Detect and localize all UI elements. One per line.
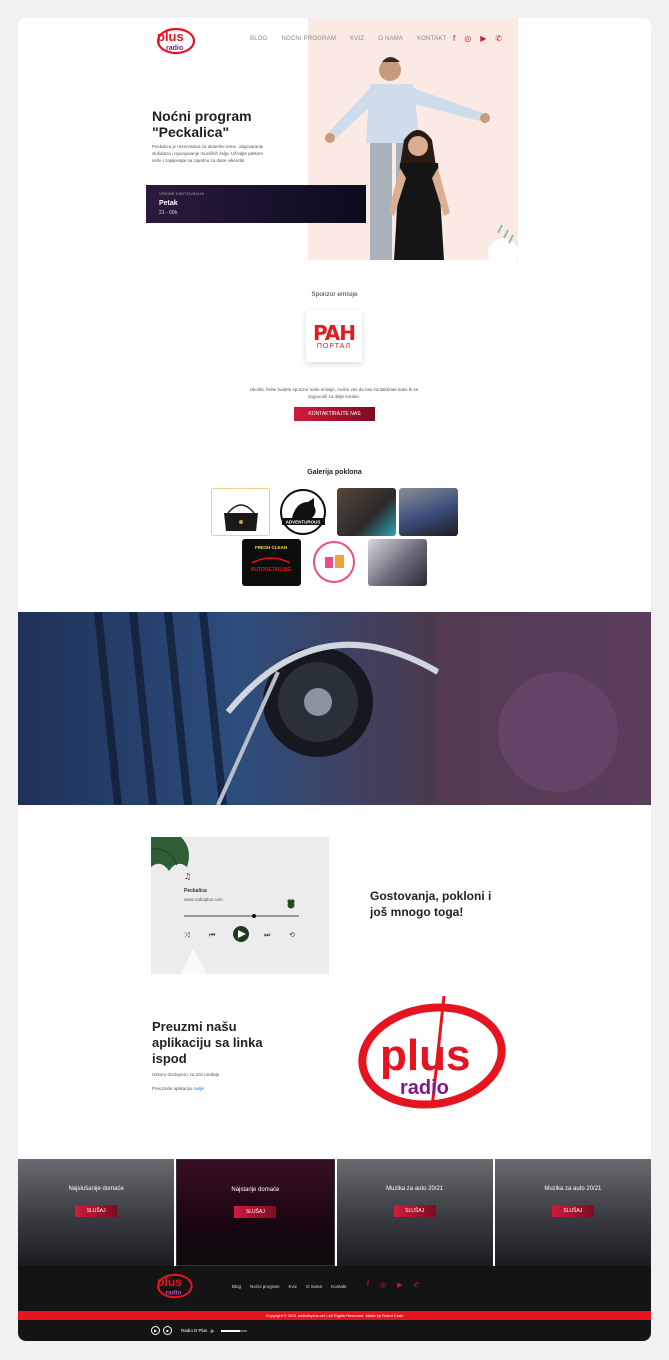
footer-logo[interactable]: plus radio bbox=[152, 1272, 194, 1300]
promo-heading: Gostovanja, pokloni i još mnogo toga! bbox=[370, 889, 492, 919]
listen-button[interactable]: SLUŠAJ bbox=[551, 1205, 594, 1217]
viber-icon[interactable]: ✆ bbox=[413, 1281, 419, 1289]
big-logo-top: plus bbox=[380, 1031, 470, 1080]
gallery-title: Galerija poklona bbox=[307, 469, 362, 476]
hosts-photo bbox=[325, 57, 518, 260]
play-icon[interactable]: ▶ bbox=[151, 1326, 160, 1335]
svg-text:ADVENTUROUS: ADVENTUROUS bbox=[286, 520, 321, 525]
youtube-icon[interactable]: ▶ bbox=[480, 34, 486, 43]
volume-level bbox=[220, 1329, 241, 1332]
schedule-day: Petak bbox=[159, 200, 178, 207]
footer-nav: Blog Noćni program Kviz O nama Kontakt bbox=[232, 1284, 346, 1289]
gallery-item-3[interactable] bbox=[337, 488, 396, 536]
playlist-card-title: Muzika za auto 20/21 bbox=[386, 1186, 444, 1192]
footer-logo-bottom: radio bbox=[166, 1289, 182, 1296]
app-download-subtext: Uskoro dostupna i za iOS uređaje bbox=[152, 1072, 220, 1077]
playlist-card[interactable]: Najslušanije domaće SLUŠAJ bbox=[18, 1159, 175, 1266]
main-nav: BLOG NOĆNI PROGRAM KVIZ O NAMA KONTAKT bbox=[250, 36, 446, 42]
handbag-image bbox=[224, 504, 258, 531]
svg-text:⏭: ⏭ bbox=[264, 931, 271, 939]
app-download-heading: Preuzmi našu aplikaciju sa linka ispod bbox=[152, 1019, 263, 1066]
player-station-name: Radio D Plus bbox=[181, 1328, 208, 1333]
stop-icon[interactable]: ■ bbox=[163, 1326, 172, 1335]
page-frame: plus radio BLOG NOĆNI PROGRAM KVIZ O NAM… bbox=[18, 18, 651, 1341]
nav-kviz[interactable]: KVIZ bbox=[350, 36, 364, 42]
footer-logo-top: plus bbox=[157, 1275, 182, 1289]
schedule-label: VREME EMITOVANJA bbox=[159, 191, 205, 196]
gallery-item-1[interactable] bbox=[211, 488, 270, 536]
hero-description: Peckalica je rezervisana za aktuelne tem… bbox=[152, 144, 264, 163]
app-download-link[interactable]: ovdje bbox=[193, 1086, 204, 1091]
svg-text:⟲: ⟲ bbox=[289, 931, 295, 939]
instagram-icon[interactable]: ◎ bbox=[380, 1281, 386, 1289]
facebook-icon[interactable]: f bbox=[367, 1281, 369, 1289]
gallery-item-4[interactable] bbox=[399, 488, 458, 536]
footer: plus radio Blog Noćni program Kviz O nam… bbox=[18, 1266, 651, 1341]
gallery-item-5[interactable]: FRESH CLEAN AUTODETAILING bbox=[242, 539, 301, 586]
horse-riding-logo: ADVENTUROUS bbox=[280, 489, 326, 535]
instagram-icon[interactable]: ◎ bbox=[464, 34, 471, 43]
listen-button[interactable]: SLUŠAJ bbox=[234, 1206, 277, 1218]
sponsor-text: Ukoliko želite budete sponzor naše emisi… bbox=[249, 387, 419, 399]
player-title: Peckalica bbox=[184, 888, 207, 894]
player-mockup-art: ♫ ⤨ ⏮ ⏭ ⟲ bbox=[151, 837, 299, 974]
footer-nav-kontakt[interactable]: Kontakt bbox=[331, 1284, 346, 1289]
plus-radio-big-logo: plus radio bbox=[340, 990, 520, 1126]
footer-nav-o-nama[interactable]: O nama bbox=[306, 1284, 322, 1289]
footer-nav-nocni-program[interactable]: Noćni program bbox=[250, 1284, 280, 1289]
sponsor-title: Sponzor emisije bbox=[311, 291, 358, 298]
playlist-card[interactable]: Muzika za auto 20/21 SLUŠAJ bbox=[494, 1159, 651, 1266]
logo-top-text: plus bbox=[157, 29, 184, 44]
gallery-item-6[interactable] bbox=[305, 539, 364, 586]
app-download-prefix: Preuzmite aplikaciju bbox=[152, 1086, 193, 1091]
copyright-bar: Copyright © 2021 radiodoplus.net | All R… bbox=[18, 1311, 651, 1320]
volume-slider[interactable] bbox=[220, 1329, 247, 1332]
playlist-card[interactable]: Najstarije domaće SLUŠAJ bbox=[176, 1159, 335, 1266]
radio-player: ▶ ■ Radio D Plus 🔈 bbox=[151, 1326, 247, 1335]
studio-headphones-banner bbox=[18, 612, 651, 805]
gallery-item-7[interactable] bbox=[368, 539, 427, 586]
nav-nocni-program[interactable]: NOĆNI PROGRAM bbox=[281, 36, 336, 42]
playlist-card-title: Muzika za auto 20/21 bbox=[544, 1186, 602, 1192]
sponsor-logo-main: PAH bbox=[312, 320, 356, 345]
big-logo-bottom: radio bbox=[400, 1077, 449, 1099]
listen-button[interactable]: SLUŠAJ bbox=[75, 1205, 118, 1217]
svg-text:⤨: ⤨ bbox=[184, 931, 190, 939]
app-download-line: Preuzmite aplikaciju ovdje bbox=[152, 1086, 204, 1091]
facebook-icon[interactable]: f bbox=[453, 34, 455, 43]
svg-text:⏮: ⏮ bbox=[209, 931, 215, 939]
footer-nav-blog[interactable]: Blog bbox=[232, 1284, 241, 1289]
svg-text:♫: ♫ bbox=[184, 872, 191, 881]
schedule-box: VREME EMITOVANJA Petak 21 - 00h bbox=[146, 185, 366, 223]
volume-icon[interactable]: 🔈 bbox=[210, 1328, 216, 1334]
social-links: f ◎ ▶ ✆ bbox=[453, 34, 502, 43]
playlist-cards: Najslušanije domaće SLUŠAJ Najstarije do… bbox=[18, 1159, 651, 1266]
contact-button[interactable]: KONTAKTIRAJTE NAS bbox=[294, 407, 375, 421]
sponsor-logo-sub: ПОРТАЛ bbox=[316, 342, 352, 350]
nav-blog[interactable]: BLOG bbox=[250, 36, 267, 42]
logo-bottom-text: radio bbox=[166, 45, 183, 52]
hero-title: Noćni program "Peckalica" bbox=[152, 108, 252, 140]
viber-icon[interactable]: ✆ bbox=[495, 34, 502, 43]
player-mockup-image: ♫ ⤨ ⏮ ⏭ ⟲ Peckalica www.radioplus.com bbox=[151, 837, 329, 974]
nav-o-nama[interactable]: O NAMA bbox=[378, 36, 403, 42]
player-url: www.radioplus.com bbox=[184, 897, 223, 902]
site-logo[interactable]: plus radio bbox=[152, 26, 196, 56]
nav-kontakt[interactable]: KONTAKT bbox=[417, 36, 446, 42]
youtube-icon[interactable]: ▶ bbox=[397, 1281, 402, 1289]
auto-detailing-logo: FRESH CLEAN AUTODETAILING bbox=[251, 545, 292, 573]
svg-text:FRESH CLEAN: FRESH CLEAN bbox=[255, 545, 287, 550]
playlist-card-title: Najslušanije domaće bbox=[68, 1186, 124, 1192]
footer-nav-kviz[interactable]: Kviz bbox=[289, 1284, 298, 1289]
shopping-logo bbox=[313, 541, 355, 583]
playlist-card[interactable]: Muzika za auto 20/21 SLUŠAJ bbox=[336, 1159, 493, 1266]
playlist-card-title: Najstarije domaće bbox=[231, 1187, 280, 1193]
svg-text:AUTODETAILING: AUTODETAILING bbox=[251, 567, 292, 573]
gallery-item-2[interactable]: ADVENTUROUS bbox=[274, 488, 333, 536]
schedule-time: 21 - 00h bbox=[159, 210, 178, 216]
footer-social: f ◎ ▶ ✆ bbox=[367, 1281, 419, 1289]
listen-button[interactable]: SLUŠAJ bbox=[393, 1205, 436, 1217]
sponsor-logo[interactable]: PAH ПОРТАЛ bbox=[306, 310, 362, 362]
